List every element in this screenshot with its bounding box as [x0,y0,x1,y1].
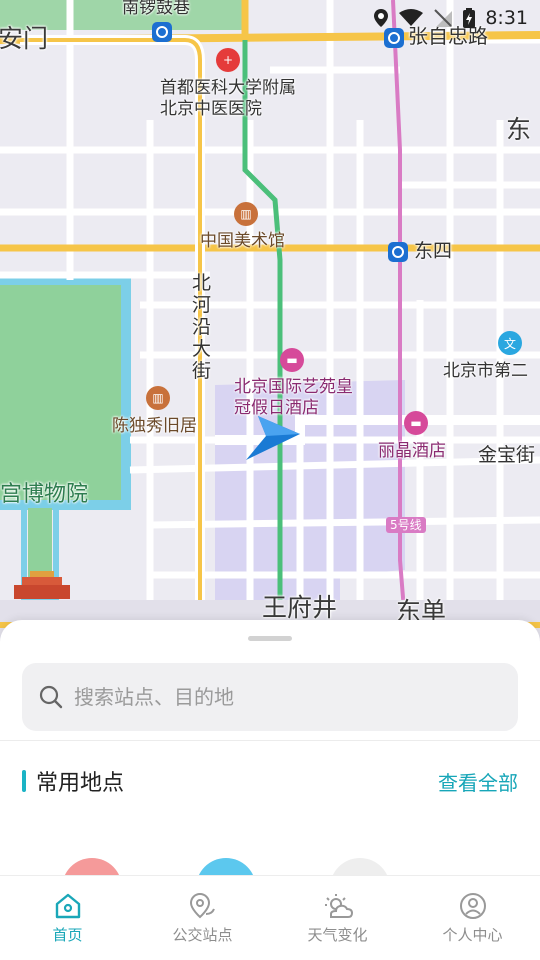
metro-station-icon [152,22,172,42]
map-label: 东四 [414,240,453,262]
map-label: 东 [506,115,532,144]
weather-icon [324,893,353,918]
search-bar[interactable] [22,663,518,731]
map-label: 宫博物院 [0,482,89,507]
location-icon [374,9,389,27]
sheet-drag-handle[interactable] [248,636,292,641]
favorites-header: 常用地点 查看全部 [22,766,518,796]
tab-label: 天气变化 [307,925,368,944]
map-label: 王府井 [262,593,338,622]
tab-label: 个人中心 [442,925,503,944]
bus-stop-pin-icon [189,892,215,918]
tab-home[interactable]: 首页 [0,876,135,960]
user-center-icon [459,892,486,919]
hotel-pin-icon[interactable]: ▬ [404,411,428,435]
metro-station-icon [388,242,408,262]
tab-weather[interactable]: 天气变化 [270,876,405,960]
tab-personal-center[interactable]: 个人中心 [405,876,540,960]
section-accent-bar [22,770,26,792]
home-icon [55,893,80,918]
hotel-pin-icon[interactable]: ▬ [280,348,304,372]
hospital-pin-icon[interactable]: + [216,48,240,72]
navigation-arrow-icon [246,416,300,460]
tab-label: 首页 [52,925,83,944]
map-label: 北京国际艺苑皇冠假日酒店 [234,377,353,418]
wifi-icon [399,9,424,26]
search-input[interactable] [74,685,474,709]
museum-pin-icon[interactable]: ▥ [234,202,258,226]
status-bar: 8:31 [373,0,540,36]
map-label: 北河沿大街 [192,272,212,382]
search-icon [39,685,63,709]
map-label: 南锣鼓巷 [122,0,190,18]
map-label: 首都医科大学附属北京中医医院 [160,78,296,119]
map-label: 安门 [0,24,49,53]
battery-icon [463,8,476,28]
map-label: 北京市第二 [443,361,528,381]
tab-bus-stops[interactable]: 公交站点 [135,876,270,960]
map-label: 金宝街 [478,444,536,466]
status-time: 8:31 [485,7,528,29]
favorites-title: 常用地点 [36,771,125,796]
no-sim-icon [434,9,453,27]
bottom-tab-bar: 首页 公交站点 天气变化 个人中心 [0,875,540,960]
museum-pin-icon[interactable]: ▥ [146,386,170,410]
map-label: 陈独秀旧居 [112,416,197,436]
map-label: 丽晶酒店 [378,441,446,461]
map-label: 中国美术馆 [200,231,285,251]
metro-line-badge: 5号线 [386,517,426,533]
culture-pin-icon[interactable]: 文 [498,331,522,355]
tab-label: 公交站点 [172,925,233,944]
divider [0,740,540,741]
view-all-link[interactable]: 查看全部 [438,767,518,796]
map-view[interactable]: + ▥ ▬ ▥ ▬ 文 南锣鼓巷 安门 张自忠路 首都医科大学附属北京中医医院 … [0,0,540,660]
